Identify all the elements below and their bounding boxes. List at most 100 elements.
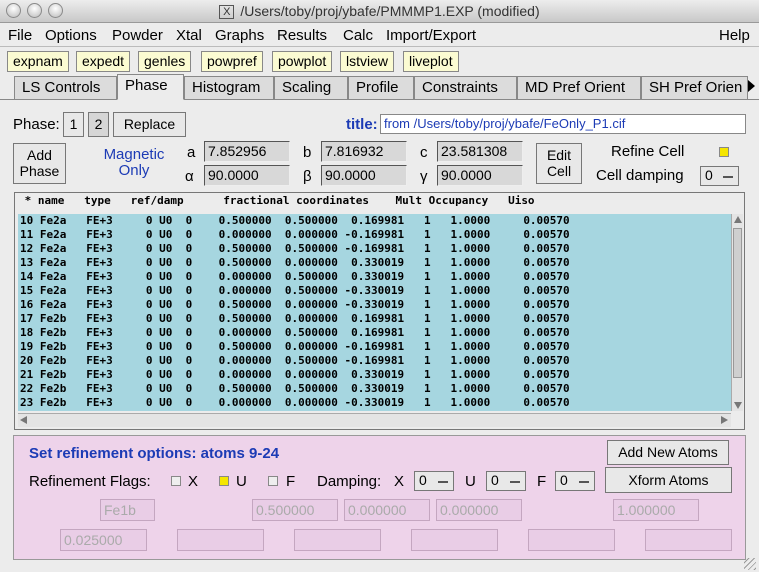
cell-alpha-label: α [185, 168, 194, 185]
genles-button[interactable]: genles [138, 51, 192, 72]
atom-table[interactable]: 10 Fe2a FE+3 0 U0 0 0.500000 0.500000 0.… [18, 214, 731, 411]
cell-gamma-label: γ [420, 168, 428, 185]
table-row[interactable]: 17 Fe2b FE+3 0 U0 0 0.500000 0.000000 0.… [18, 312, 731, 326]
table-row[interactable]: 15 Fe2a FE+3 0 U0 0 0.000000 0.500000 -0… [18, 284, 731, 298]
atom-uiso-field[interactable]: 0.025000 [60, 529, 147, 551]
cell-c-label: c [420, 144, 428, 161]
table-row[interactable]: 14 Fe2a FE+3 0 U0 0 0.000000 0.500000 0.… [18, 270, 731, 284]
tab-constraints[interactable]: Constraints [414, 76, 517, 99]
edit-cell-button[interactable]: Edit Cell [536, 143, 582, 184]
cell-beta-field[interactable]: 90.0000 [321, 165, 407, 186]
cell-gamma-field[interactable]: 90.0000 [437, 165, 523, 186]
liveplot-button[interactable]: liveplot [403, 51, 459, 72]
menu-calc[interactable]: Calc [343, 27, 373, 44]
tab-ls-controls[interactable]: LS Controls [14, 76, 117, 99]
empty-field-4[interactable] [528, 529, 615, 551]
table-row[interactable]: 13 Fe2a FE+3 0 U0 0 0.500000 0.000000 0.… [18, 256, 731, 270]
atom-occupancy-field[interactable]: 1.000000 [613, 499, 699, 521]
flag-x-checkbox[interactable] [171, 476, 181, 486]
table-row[interactable]: 11 Fe2a FE+3 0 U0 0 0.000000 0.000000 -0… [18, 228, 731, 242]
menu-graphs[interactable]: Graphs [215, 27, 264, 44]
menu-indicator-icon [579, 481, 589, 483]
vertical-scroll-thumb[interactable] [733, 228, 742, 378]
empty-field-3[interactable] [411, 529, 498, 551]
empty-field-2[interactable] [294, 529, 381, 551]
table-row[interactable]: 22 Fe2b FE+3 0 U0 0 0.500000 0.500000 0.… [18, 382, 731, 396]
scroll-up-icon[interactable] [734, 216, 742, 223]
table-row[interactable]: 10 Fe2a FE+3 0 U0 0 0.500000 0.500000 0.… [18, 214, 731, 228]
cell-damping-label: Cell damping [596, 167, 684, 184]
atom-z-field[interactable]: 0.000000 [436, 499, 522, 521]
table-row[interactable]: 19 Fe2b FE+3 0 U0 0 0.500000 0.000000 -0… [18, 340, 731, 354]
tab-phase[interactable]: Phase [117, 74, 184, 100]
menu-import-export[interactable]: Import/Export [386, 27, 476, 44]
atom-name-field[interactable]: Fe1b [100, 499, 155, 521]
table-row[interactable]: 16 Fe2a FE+3 0 U0 0 0.500000 0.000000 -0… [18, 298, 731, 312]
tab-profile[interactable]: Profile [348, 76, 414, 99]
menu-xtal[interactable]: Xtal [176, 27, 202, 44]
tab-scaling[interactable]: Scaling [274, 76, 348, 99]
tab-sh-pref-orient[interactable]: SH Pref Orien [641, 76, 748, 99]
expedt-button[interactable]: expedt [76, 51, 131, 72]
flag-f-label: F [286, 473, 296, 490]
phase-title-input[interactable]: from /Users/toby/proj/ybafe/FeOnly_P1.ci… [380, 114, 746, 134]
resize-grip-icon[interactable] [744, 558, 756, 570]
atom-y-field[interactable]: 0.000000 [344, 499, 430, 521]
table-row[interactable]: 23 Fe2b FE+3 0 U0 0 0.000000 0.000000 -0… [18, 396, 731, 410]
expnam-button[interactable]: expnam [7, 51, 69, 72]
lstview-button[interactable]: lstview [340, 51, 395, 72]
window-title-text: /Users/toby/proj/ybafe/PMMMP1.EXP (modif… [240, 3, 540, 19]
menu-file[interactable]: File [8, 27, 32, 44]
refine-cell-checkbox[interactable] [719, 147, 729, 157]
horizontal-scrollbar[interactable] [18, 413, 731, 427]
damp-u-label: U [465, 473, 476, 490]
add-new-atoms-button[interactable]: Add New Atoms [607, 440, 729, 465]
cell-beta-label: β [303, 168, 312, 185]
table-row[interactable]: 12 Fe2a FE+3 0 U0 0 0.500000 0.500000 -0… [18, 242, 731, 256]
vertical-scrollbar[interactable] [731, 214, 743, 411]
add-phase-line1: Add [27, 147, 52, 163]
cell-alpha-field[interactable]: 90.0000 [204, 165, 290, 186]
scroll-down-icon[interactable] [734, 402, 742, 409]
edit-cell-line2: Cell [546, 163, 572, 179]
flag-u-checkbox[interactable] [219, 476, 229, 486]
menu-help[interactable]: Help [719, 27, 750, 44]
menu-options[interactable]: Options [45, 27, 97, 44]
tab-scroll-right-icon[interactable] [748, 80, 755, 92]
cell-b-field[interactable]: 7.816932 [321, 141, 407, 162]
menu-indicator-icon [510, 481, 520, 483]
table-row[interactable]: 18 Fe2b FE+3 0 U0 0 0.000000 0.500000 0.… [18, 326, 731, 340]
table-row[interactable]: 20 Fe2b FE+3 0 U0 0 0.000000 0.500000 -0… [18, 354, 731, 368]
flag-x-label: X [188, 473, 199, 490]
empty-field-1[interactable] [177, 529, 264, 551]
menu-indicator-icon [723, 176, 733, 178]
phase-2-button[interactable]: 2 [88, 112, 109, 137]
tab-md-pref-orient[interactable]: MD Pref Orient [517, 76, 641, 99]
title-label: title: [346, 116, 378, 133]
damping-label: Damping: [317, 473, 382, 490]
cell-c-field[interactable]: 23.581308 [437, 141, 523, 162]
menu-powder[interactable]: Powder [112, 27, 163, 44]
empty-field-5[interactable] [645, 529, 732, 551]
damp-f-menu[interactable]: 0 [555, 471, 595, 491]
scroll-left-icon[interactable] [20, 416, 27, 424]
tab-histogram[interactable]: Histogram [184, 76, 274, 99]
cell-damping-menu[interactable]: 0 [700, 166, 739, 186]
atom-x-field[interactable]: 0.500000 [252, 499, 338, 521]
damp-x-menu[interactable]: 0 [414, 471, 454, 491]
table-row[interactable]: 21 Fe2b FE+3 0 U0 0 0.000000 0.000000 0.… [18, 368, 731, 382]
cell-damping-value: 0 [705, 167, 713, 183]
menu-results[interactable]: Results [277, 27, 327, 44]
scroll-right-icon[interactable] [721, 416, 728, 424]
window-title: X/Users/toby/proj/ybafe/PMMMP1.EXP (modi… [0, 3, 759, 19]
cell-a-field[interactable]: 7.852956 [204, 141, 290, 162]
cell-a-label: a [187, 144, 196, 161]
powpref-button[interactable]: powpref [201, 51, 263, 72]
replace-button[interactable]: Replace [113, 112, 186, 137]
add-phase-button[interactable]: Add Phase [13, 143, 66, 184]
xform-atoms-button[interactable]: Xform Atoms [605, 467, 732, 493]
phase-1-button[interactable]: 1 [63, 112, 84, 137]
powplot-button[interactable]: powplot [272, 51, 333, 72]
flag-f-checkbox[interactable] [268, 476, 278, 486]
damp-u-menu[interactable]: 0 [486, 471, 526, 491]
